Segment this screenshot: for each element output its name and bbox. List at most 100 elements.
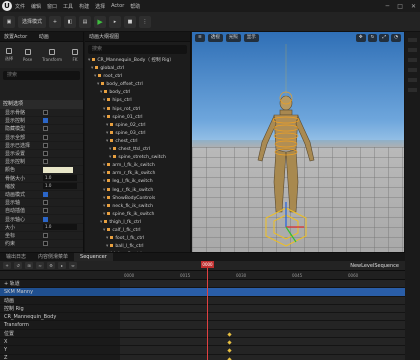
menu-edit[interactable]: 编辑 [31, 3, 41, 10]
color-swatch[interactable] [43, 166, 73, 173]
property-checkbox[interactable] [43, 118, 48, 124]
menu-select[interactable]: 选择 [95, 3, 105, 10]
tab-animation[interactable]: 动画 [39, 34, 49, 40]
outliner-item[interactable]: ▾ ball_l_fk_ctrl [85, 243, 190, 251]
outliner-item[interactable]: ▾ spine_03_ctrl [85, 130, 190, 138]
outliner-item[interactable]: ▾ spine_01_ctrl [85, 114, 190, 122]
property-checkbox[interactable] [43, 200, 48, 206]
add-icon[interactable]: + [49, 15, 62, 28]
track-lane[interactable] [120, 338, 405, 346]
stop-icon[interactable]: ■ [124, 15, 137, 28]
outliner-item[interactable]: ▾ arm_r_fk_ik_switch [85, 170, 190, 178]
outliner-item[interactable]: ▾ body_ctrl [85, 89, 190, 97]
track-row[interactable]: 位置 [0, 329, 405, 339]
track-lane[interactable] [120, 313, 405, 321]
property-checkbox[interactable] [43, 110, 48, 116]
track-row[interactable]: 控制 Rig [0, 304, 405, 314]
track-row[interactable]: Y [0, 346, 405, 355]
level-viewport[interactable]: ≡ 透视 光照 显示 ✥ ↻ ⤢ ◔ [192, 32, 404, 252]
expand-arrow-icon[interactable]: ▾ [106, 131, 108, 136]
outliner-item[interactable]: ▾ neck_fk_ik_switch [85, 203, 190, 211]
property-checkbox[interactable] [43, 232, 48, 238]
fk-tool[interactable]: FK [72, 48, 78, 62]
time-ruler[interactable]: 0000 0015 0030 0045 0060 [0, 271, 405, 280]
expand-arrow-icon[interactable]: ▾ [103, 171, 105, 176]
outliner-item[interactable]: ▾ global_ctrl [85, 65, 190, 73]
cinematics-icon[interactable]: ▤ [79, 15, 92, 28]
expand-arrow-icon[interactable]: ▾ [103, 196, 105, 201]
keyframe[interactable] [227, 340, 232, 345]
property-checkbox[interactable] [43, 241, 48, 247]
track-lane[interactable] [120, 354, 405, 360]
property-checkbox[interactable] [43, 134, 48, 140]
collapsed-panel-3[interactable] [408, 58, 417, 62]
outliner-item[interactable]: ▾ CR_Mannequin_Body（ 控制 Rig） [85, 57, 190, 65]
select-tool[interactable]: 选择 [5, 48, 13, 62]
collapsed-panel-6[interactable] [408, 88, 417, 92]
expand-arrow-icon[interactable]: ▾ [106, 236, 108, 241]
skip-icon[interactable]: ▸ [109, 15, 122, 28]
transform-tool[interactable]: Transform [42, 48, 62, 62]
keyframe[interactable] [227, 332, 232, 337]
menu-build[interactable]: 构建 [79, 3, 89, 10]
track-row[interactable]: CR_Mannequin_Body [0, 313, 405, 322]
tab-place-actor[interactable]: 放置Actor [4, 34, 27, 40]
settings-icon[interactable]: ⚙ [47, 262, 55, 269]
track-row[interactable]: X [0, 338, 405, 347]
add-track-button[interactable]: + [3, 262, 11, 269]
track-lane[interactable] [120, 329, 405, 338]
playhead[interactable] [207, 261, 208, 360]
property-value-field[interactable]: 1.0 [43, 175, 77, 182]
property-value-field[interactable]: 1.0 [43, 224, 77, 231]
property-checkbox[interactable] [43, 216, 48, 222]
mannequin-rig[interactable] [192, 32, 404, 252]
expand-arrow-icon[interactable]: ▾ [103, 188, 105, 193]
outliner-item[interactable]: ▾ spine_stretch_switch [85, 154, 190, 162]
collapsed-panel-4[interactable] [408, 68, 417, 72]
save-icon[interactable]: ▣ [3, 15, 15, 28]
play-icon[interactable]: ▶ [94, 15, 107, 28]
expand-arrow-icon[interactable]: ▾ [103, 107, 105, 112]
outliner-item[interactable]: ▾ arm_l_fk_ik_switch [85, 162, 190, 170]
maximize-icon[interactable]: □ [397, 3, 403, 10]
expand-arrow-icon[interactable]: ▾ [103, 212, 105, 217]
outliner-item[interactable]: ▾ foot_l_fk_ctrl [85, 235, 190, 243]
expand-arrow-icon[interactable]: ▾ [106, 139, 108, 144]
menu-file[interactable]: 文件 [15, 3, 25, 10]
outliner-item[interactable]: ▾ spine_fk_ik_switch [85, 211, 190, 219]
current-frame[interactable]: 0000 [201, 261, 214, 268]
menu-window[interactable]: 窗口 [47, 3, 57, 10]
outliner-item[interactable]: ▾ leg_l_fk_ik_switch [85, 178, 190, 186]
property-checkbox[interactable] [43, 151, 48, 157]
menu-actor[interactable]: Actor [111, 3, 124, 9]
expand-arrow-icon[interactable]: ▾ [97, 82, 99, 87]
outliner-search-input[interactable]: 搜索 [88, 45, 187, 54]
grid-icon[interactable]: ⊞ [25, 262, 33, 269]
mode-dropdown[interactable]: 选择模式 [18, 15, 47, 28]
track-row[interactable]: SKM Manny [0, 288, 405, 297]
play-sequence-icon[interactable]: ▸ [58, 262, 66, 269]
outliner-item[interactable]: ▾ hips_rot_ctrl [85, 106, 190, 114]
property-checkbox[interactable] [43, 191, 48, 197]
track-lane[interactable] [120, 346, 405, 354]
outliner-item[interactable]: ▾ thigh_l_fk_ctrl [85, 219, 190, 227]
expand-arrow-icon[interactable]: ▾ [103, 204, 105, 209]
outliner-item[interactable]: ▾ root_ctrl [85, 73, 190, 81]
expand-arrow-icon[interactable]: ▾ [88, 58, 90, 63]
collapsed-panel-5[interactable] [408, 78, 417, 82]
expand-arrow-icon[interactable]: ▾ [109, 155, 111, 160]
curve-icon[interactable]: ≈ [36, 262, 44, 269]
expand-arrow-icon[interactable]: ▾ [100, 90, 102, 95]
undo-icon[interactable]: ↺ [14, 262, 22, 269]
loop-icon[interactable]: ⇔ [69, 262, 77, 269]
outliner-item[interactable]: ▾ calf_l_fk_ctrl [85, 227, 190, 235]
expand-arrow-icon[interactable]: ▾ [103, 98, 105, 103]
expand-arrow-icon[interactable]: ▾ [103, 228, 105, 233]
close-icon[interactable]: ✕ [411, 3, 416, 10]
expand-arrow-icon[interactable]: ▾ [103, 115, 105, 120]
outliner-item[interactable]: ▾ chest_ttsl_ctrl [85, 146, 190, 154]
more-icon[interactable]: ⋮ [139, 15, 152, 28]
track-lane[interactable] [120, 296, 405, 304]
track-row[interactable]: Transform [0, 321, 405, 330]
expand-arrow-icon[interactable]: ▾ [106, 123, 108, 128]
